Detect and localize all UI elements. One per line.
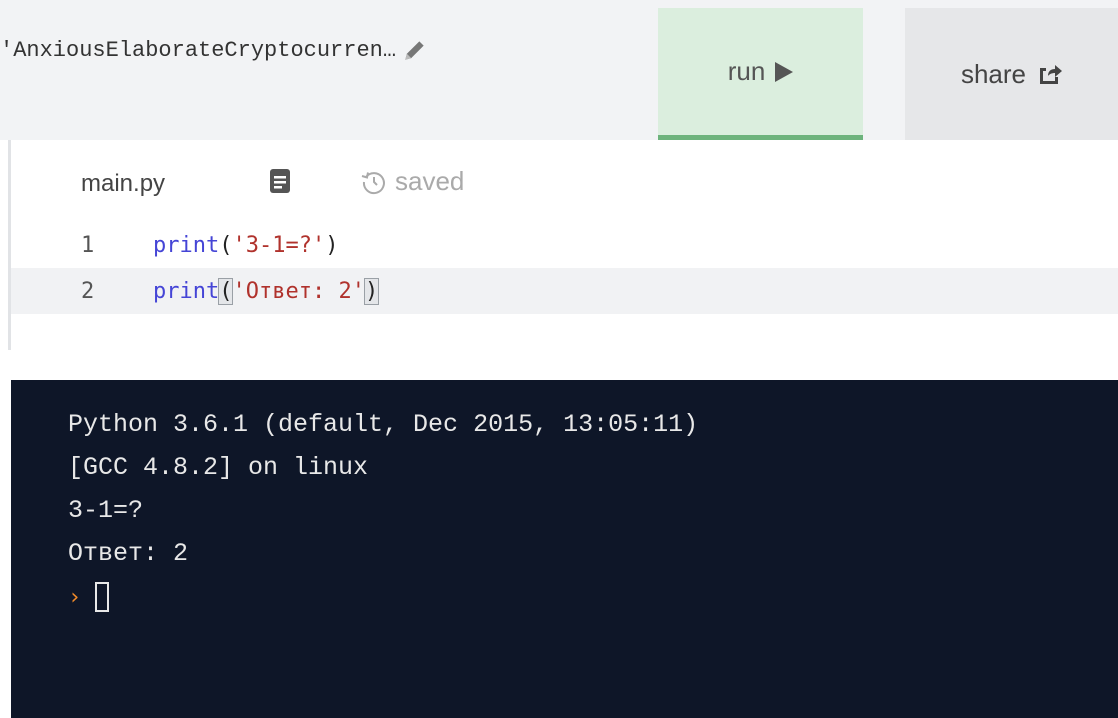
share-button[interactable]: share [905,8,1118,140]
code-editor[interactable]: 1 print('3-1=?') 2 print('Ответ: 2') [11,220,1118,350]
code-function: print [153,232,220,258]
code-line: 1 print('3-1=?') [11,222,1118,268]
line-number: 2 [81,278,95,304]
console-prompt[interactable]: › [68,582,110,612]
repl-name[interactable]: 'AnxiousElaborateCryptocurren… [0,30,428,70]
console-line: Python 3.6.1 (default, Dec 2015, 13:05:1… [68,410,699,439]
run-button[interactable]: run [658,8,863,140]
editor-file-bar: main.py saved [11,140,1118,220]
share-label: share [960,58,1027,89]
play-icon [775,61,794,82]
repl-name-label: 'AnxiousElaborateCryptocurren… [0,37,397,63]
code-line-active: 2 print('Ответ: 2') [11,268,1118,314]
console-line: Ответ: 2 [68,539,189,568]
code-string: '3-1=?' [232,232,326,258]
saved-label: saved [395,166,465,196]
code-text: print('3-1=?') [153,232,339,258]
code-function: print [153,278,220,304]
tab-main-py[interactable]: main.py [81,170,165,198]
file-icon[interactable] [269,168,291,199]
top-bar: 'AnxiousElaborateCryptocurren… run share [0,0,1118,140]
console[interactable]: Python 3.6.1 (default, Dec 2015, 13:05:1… [11,380,1118,718]
text-cursor [95,582,110,612]
history-icon [361,171,385,194]
code-text: print('Ответ: 2') [153,277,380,305]
prompt-arrow-icon: › [68,584,82,610]
line-number: 1 [81,232,95,258]
share-icon [1040,65,1063,84]
console-line: [GCC 4.8.2] on linux [68,453,369,482]
saved-status: saved [361,166,464,197]
run-label: run [727,56,766,86]
code-string: 'Ответ: 2' [232,278,365,304]
pencil-icon[interactable] [402,37,428,63]
console-line: 3-1=? [68,496,144,525]
